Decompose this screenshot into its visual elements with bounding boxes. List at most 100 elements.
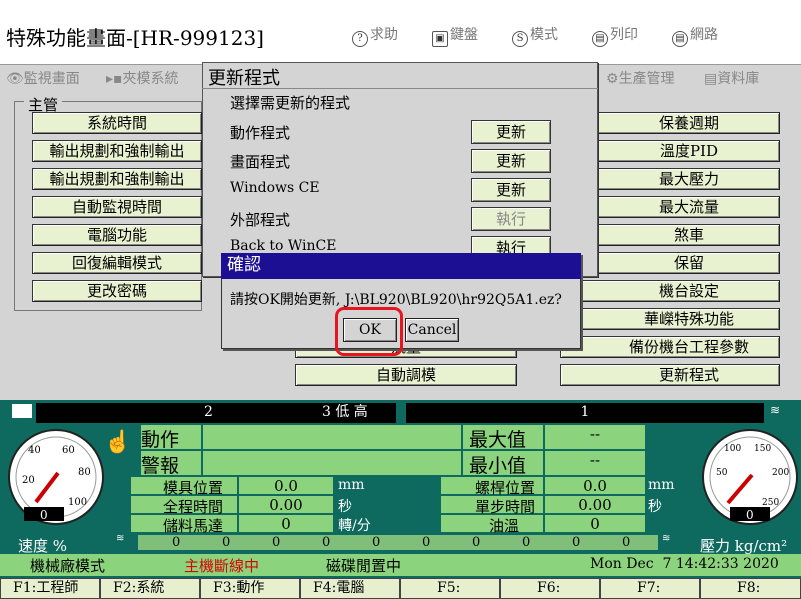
motor-label: 儲料馬達 [130,514,238,535]
f1-key[interactable]: F1:工程師 [0,578,100,599]
machine-setting-button[interactable]: 機台設定 [560,280,780,302]
keyboard-button[interactable]: ▣ 鍵盤 [432,24,478,47]
screen-icon [12,404,32,418]
tab-production[interactable]: ⚙生產管理 [606,68,675,88]
eye-icon: 👁 [6,71,24,87]
f7-key[interactable]: F7: [600,578,700,599]
help-button[interactable]: ? 求助 [352,24,398,47]
motor-unit: 轉/分 [338,515,371,535]
f5-key[interactable]: F5: [400,578,500,599]
zeros-bar: 0 0 0 0 0 0 0 0 0 0 [138,535,658,550]
keyboard-icon: ▣ [432,31,448,47]
help-icon: ? [352,31,368,47]
update-program-button[interactable]: 更新程式 [560,364,780,386]
update-action-program-button[interactable]: 更新 [471,120,551,144]
datetime-text: Mon Dec 7 14:42:33 2020 [590,556,779,572]
step-time-unit: 秒 [648,496,662,516]
update-wince-button[interactable]: 更新 [471,178,551,202]
cycle-time-unit: 秒 [338,496,352,516]
output-plan-button-1[interactable]: 輸出規劃和強制輸出 [32,140,202,162]
action-value [202,424,462,450]
f8-key[interactable]: F8: [700,578,801,599]
window-title: 特殊功能畫面-[HR-999123] [6,26,264,50]
gauge-tick: 100 [68,497,87,508]
confirm-dialog-title: 確認 [221,253,581,279]
oil-temp-value: 0 [544,514,646,533]
update-dialog-title: 更新程式 [208,68,280,89]
oil-temp-label: 油溫 [440,514,544,535]
gauge-tick: 40 [28,445,41,456]
sound-icon: ≋ [770,403,781,417]
restore-edit-mode-button[interactable]: 回復編輯模式 [32,252,202,274]
f4-key[interactable]: F4:電腦 [300,578,400,599]
tab-monitor[interactable]: 👁監視畫面 [6,68,80,88]
mold-position-label: 模具位置 [130,476,238,497]
screw-position-value: 0.0 [544,476,646,495]
host-status-text: 主機斷線中 [184,557,260,575]
gauge-tick: 60 [62,445,75,456]
print-icon: ▤ [592,31,608,47]
alarm-value [202,450,462,476]
mode-icon: S [512,31,528,47]
step-time-value: 0.00 [544,495,646,514]
update-row-label: 畫面程式 [230,153,291,171]
speed-gauge: 20 40 60 80 100 0 [8,429,104,525]
gauge-tick: 150 [754,444,771,454]
speed-wave-icon: ≋ [116,533,125,544]
step-time-label: 單步時間 [440,495,544,516]
cancel-button[interactable]: Cancel [405,318,459,342]
screw-position-label: 螺桿位置 [440,476,544,497]
pressure-gauge: 50 100 150 200 250 0 [702,429,798,525]
pressure-label: 壓力 kg/cm² [700,535,788,556]
cycle-time-value: 0.00 [238,495,334,514]
run-external-program-button[interactable]: 執行 [471,207,551,231]
highlight-annotation [335,307,403,356]
f3-key[interactable]: F3:動作 [200,578,300,599]
change-password-button[interactable]: 更改密碼 [32,280,202,302]
network-icon: ▤ [672,31,688,47]
dialog-divider [202,88,598,89]
print-button[interactable]: ▤ 列印 [592,24,638,47]
screw-position-unit: mm [648,477,675,493]
mold-icon: ▸▪ [106,71,123,87]
production-icon: ⚙ [606,71,619,87]
mold-position-unit: mm [338,477,365,493]
backup-params-button[interactable]: 備份機台工程參數 [560,336,780,358]
tab-clamp[interactable]: ▸▪夾模系統 [106,68,179,88]
f6-key[interactable]: F6: [500,578,600,599]
computer-function-button[interactable]: 電腦功能 [32,224,202,246]
database-icon: ▤ [704,71,718,87]
mode-button[interactable]: S 模式 [512,24,558,47]
gauge-tick: 250 [762,498,779,508]
min-value: -- [544,450,646,476]
pressure-readout: 0 [746,508,754,522]
output-plan-button-2[interactable]: 輸出規劃和強制輸出 [32,168,202,190]
mode-text: 機械廠模式 [30,557,106,575]
auto-monitor-time-button[interactable]: 自動監視時間 [32,196,202,218]
speed-readout: 0 [40,508,48,522]
confirm-message: 請按OK開始更新, J:\BL920\BL920\hr92Q5A1.ez? [230,292,562,308]
auto-mold-adjust-button[interactable]: 自動調模 [295,364,517,386]
motor-value: 0 [238,514,334,533]
mold-position-value: 0.0 [238,476,334,495]
left-status-bar: 23 低 高 [36,403,396,423]
update-row-label: 外部程式 [230,211,291,229]
disk-status-text: 磁碟閒置中 [326,557,402,575]
action-label: 動作 [140,424,202,451]
right-status-bar: 1 [406,403,764,423]
f2-key[interactable]: F2:系統 [100,578,200,599]
update-screen-program-button[interactable]: 更新 [471,149,551,173]
max-value: -- [544,424,646,450]
special-function-button[interactable]: 華嶸特殊功能 [560,308,780,330]
gauge-tick: 200 [772,468,789,478]
network-button[interactable]: ▤ 網路 [672,24,718,47]
pressure-wave-icon: ≋ [662,533,671,544]
hand-icon: ☝ [104,430,132,455]
gauge-tick: 80 [78,467,91,478]
alarm-label: 警報 [140,450,202,477]
update-dialog-prompt: 選擇需更新的程式 [230,94,351,112]
speed-label: 速度 % [18,535,68,556]
system-time-button[interactable]: 系統時間 [32,112,202,134]
update-row-label: 動作程式 [230,124,291,142]
tab-database[interactable]: ▤資料庫 [704,68,759,88]
